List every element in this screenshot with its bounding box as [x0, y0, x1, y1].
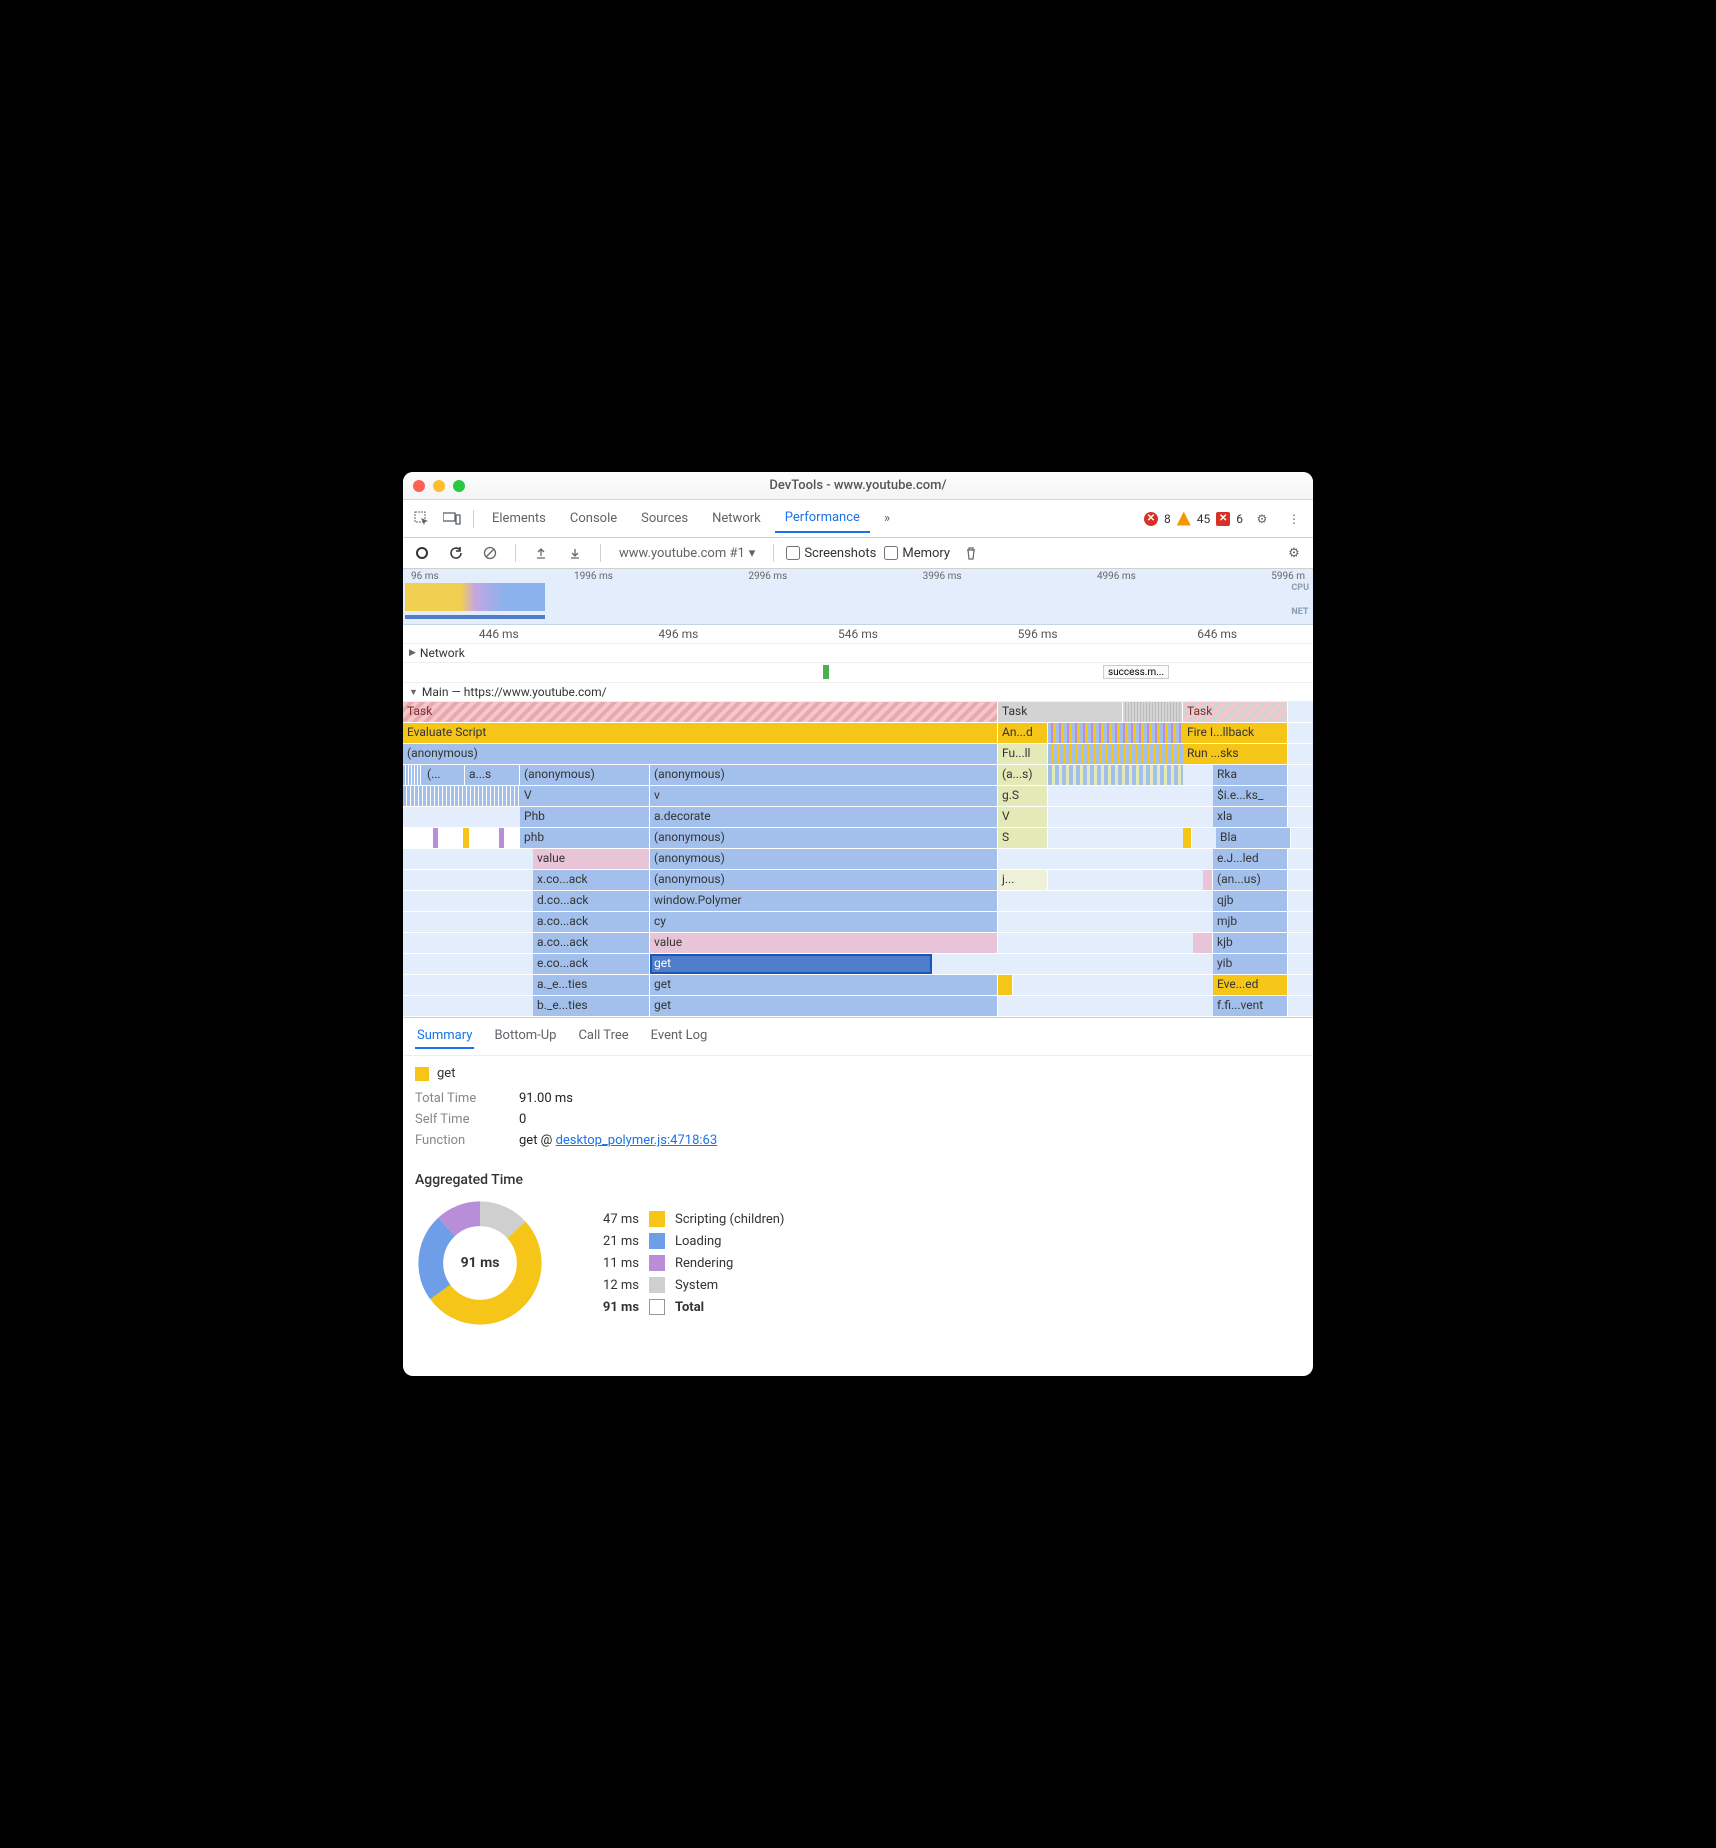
window-controls [413, 480, 465, 492]
other-count: 6 [1236, 512, 1243, 526]
tab-call-tree[interactable]: Call Tree [576, 1024, 630, 1049]
flame-evaluate-script[interactable]: Evaluate Script [403, 723, 998, 743]
device-icon[interactable] [439, 508, 465, 530]
window-title: DevTools - www.youtube.com/ [403, 478, 1313, 493]
flame-selected-get[interactable]: get [650, 954, 932, 974]
network-track[interactable]: success.m... [403, 663, 1313, 683]
target-select[interactable]: www.youtube.com #1 ▾ [613, 544, 761, 563]
kebab-icon[interactable]: ⋮ [1281, 508, 1307, 530]
self-time-value: 0 [519, 1112, 526, 1127]
tab-sources[interactable]: Sources [631, 505, 698, 532]
flame-task[interactable]: Task [998, 702, 1123, 722]
gear-icon[interactable]: ⚙ [1249, 508, 1275, 530]
close-icon[interactable] [413, 480, 425, 492]
warning-icon[interactable] [1177, 512, 1191, 526]
tab-elements[interactable]: Elements [482, 505, 556, 532]
upload-icon[interactable] [528, 542, 554, 564]
tab-network[interactable]: Network [702, 505, 771, 532]
titlebar: DevTools - www.youtube.com/ [403, 472, 1313, 500]
aggregated-time: Aggregated Time 91 ms 47 msScripting (ch… [415, 1172, 1301, 1328]
record-icon[interactable] [409, 542, 435, 564]
issue-counts: ✕ 8 45 ✕ 6 ⚙ ⋮ [1144, 508, 1307, 530]
reload-icon[interactable] [443, 542, 469, 564]
network-item[interactable]: success.m... [1103, 665, 1169, 679]
tab-console[interactable]: Console [560, 505, 627, 532]
other-error-icon[interactable]: ✕ [1216, 512, 1230, 526]
trash-icon[interactable] [958, 542, 984, 564]
main-section-header[interactable]: ▼Main — https://www.youtube.com/ [403, 683, 1313, 702]
error-count: 8 [1164, 512, 1171, 526]
devtools-window: DevTools - www.youtube.com/ Elements Con… [403, 472, 1313, 1376]
tab-performance[interactable]: Performance [775, 504, 870, 533]
inspect-icon[interactable] [409, 508, 435, 530]
donut-legend: 47 msScripting (children) 21 msLoading 1… [585, 1205, 784, 1321]
flame-anonymous[interactable]: (anonymous) [403, 744, 998, 764]
chevron-down-icon: ▾ [749, 546, 756, 561]
legend-scripting: 47 msScripting (children) [585, 1211, 784, 1227]
details-pane: Summary Bottom-Up Call Tree Event Log ge… [403, 1017, 1313, 1376]
donut-total: 91 ms [415, 1198, 545, 1328]
collapse-icon: ▼ [409, 687, 418, 698]
tab-bottom-up[interactable]: Bottom-Up [492, 1024, 558, 1049]
memory-checkbox[interactable]: Memory [884, 546, 950, 561]
selected-function-name: get [437, 1066, 455, 1081]
legend-system: 12 msSystem [585, 1277, 784, 1293]
settings-gear-icon[interactable]: ⚙ [1281, 542, 1307, 564]
summary-panel: get Total Time91.00 ms Self Time0 Functi… [403, 1056, 1313, 1376]
perf-toolbar: www.youtube.com #1 ▾ Screenshots Memory … [403, 538, 1313, 569]
total-time-value: 91.00 ms [519, 1091, 573, 1106]
flame-task[interactable]: Task [403, 702, 998, 722]
error-icon[interactable]: ✕ [1144, 512, 1158, 526]
tab-event-log[interactable]: Event Log [649, 1024, 710, 1049]
legend-rendering: 11 msRendering [585, 1255, 784, 1271]
download-icon[interactable] [562, 542, 588, 564]
screenshots-checkbox[interactable]: Screenshots [786, 546, 876, 561]
minimize-icon[interactable] [433, 480, 445, 492]
legend-total: 91 msTotal [585, 1299, 784, 1315]
zoom-icon[interactable] [453, 480, 465, 492]
tab-more[interactable]: » [874, 505, 900, 532]
clear-icon[interactable] [477, 542, 503, 564]
legend-loading: 21 msLoading [585, 1233, 784, 1249]
network-section-header[interactable]: ▶Network [403, 644, 1313, 663]
cpu-label: CPU [1291, 583, 1309, 593]
scripting-swatch-icon [415, 1067, 429, 1081]
overview-timeline[interactable]: 96 ms 1996 ms 2996 ms 3996 ms 4996 ms 59… [403, 569, 1313, 625]
donut-chart: 91 ms [415, 1198, 545, 1328]
warning-count: 45 [1197, 512, 1211, 526]
details-tabs: Summary Bottom-Up Call Tree Event Log [403, 1018, 1313, 1056]
net-label: NET [1291, 607, 1309, 617]
expand-icon: ▶ [409, 648, 416, 658]
time-ruler[interactable]: 446 ms 496 ms 546 ms 596 ms 646 ms [403, 625, 1313, 644]
source-link[interactable]: desktop_polymer.js:4718:63 [556, 1133, 718, 1148]
flame-chart[interactable]: Task Task Task Evaluate Script An...d Fi… [403, 702, 1313, 1017]
main-tabs: Elements Console Sources Network Perform… [403, 500, 1313, 538]
tab-summary[interactable]: Summary [415, 1024, 474, 1049]
flame-task[interactable]: Task [1183, 702, 1288, 722]
